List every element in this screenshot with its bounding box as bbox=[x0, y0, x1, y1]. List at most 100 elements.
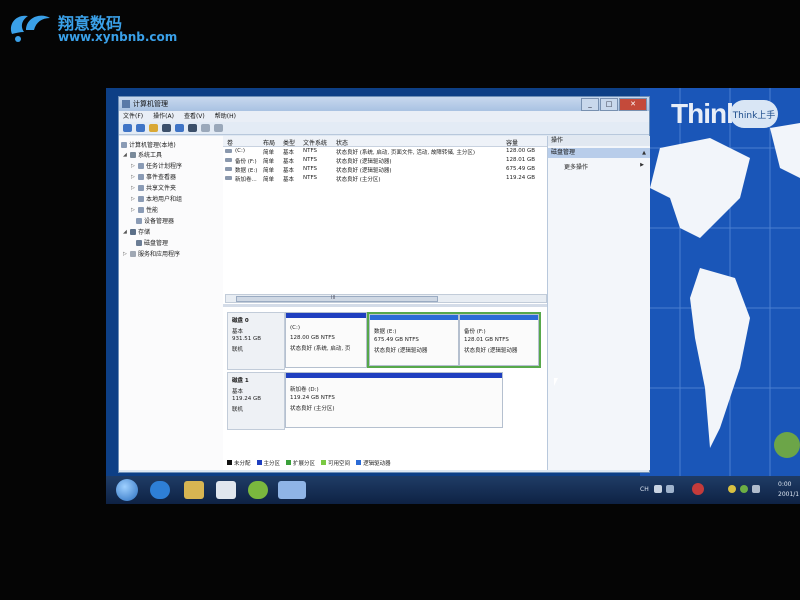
disk-1-label[interactable]: 磁盘 1 基本 119.24 GB 联机 bbox=[227, 372, 285, 430]
collapse-arrow-icon[interactable]: ▷ bbox=[131, 163, 136, 169]
desktop-gadget[interactable]: Think上手 bbox=[730, 100, 778, 128]
minimize-button[interactable]: _ bbox=[581, 98, 599, 111]
start-button[interactable] bbox=[116, 479, 138, 501]
help-icon[interactable] bbox=[175, 124, 184, 132]
scroll-grip: III bbox=[331, 295, 336, 301]
tree-item-event-viewer[interactable]: ▷ 事件查看器 bbox=[131, 172, 176, 181]
actions-header: 操作 bbox=[548, 136, 650, 146]
tree-item-services[interactable]: ▷ 服务和应用程序 bbox=[123, 249, 180, 258]
ie-icon[interactable] bbox=[150, 481, 170, 499]
tree-item-shared-folders[interactable]: ▷ 共享文件夹 bbox=[131, 183, 176, 192]
menu-view[interactable]: 查看(V) bbox=[184, 111, 205, 122]
tree-item-disk-management[interactable]: 磁盘管理 bbox=[136, 238, 168, 247]
col-volume[interactable]: 卷 bbox=[227, 138, 233, 147]
disk-0-type: 基本 bbox=[232, 329, 244, 335]
collapse-arrow-icon[interactable]: ▷ bbox=[123, 251, 128, 257]
volume-icon[interactable] bbox=[752, 485, 760, 493]
toolbar bbox=[119, 122, 649, 135]
clock-time[interactable]: 0:00 bbox=[778, 481, 791, 488]
show-tree-icon[interactable] bbox=[162, 124, 171, 132]
menu-file[interactable]: 文件(F) bbox=[123, 111, 143, 122]
clock-date[interactable]: 2001/1 bbox=[778, 491, 799, 498]
tree-item-device-manager[interactable]: 设备管理器 bbox=[136, 216, 174, 225]
collapse-arrow-icon[interactable]: ▷ bbox=[131, 185, 136, 191]
forward-arrow-icon[interactable] bbox=[136, 124, 145, 132]
tree-item-storage[interactable]: ◢ 存储 bbox=[123, 227, 150, 236]
table-row[interactable]: 备份 (F:) 简单 基本 NTFS 状态良好 (逻辑驱动器) 128.01 G… bbox=[223, 156, 547, 165]
logical-bar bbox=[460, 315, 538, 320]
table-row[interactable]: 新加卷... 简单 基本 NTFS 状态良好 (主分区) 119.24 GB bbox=[223, 174, 547, 183]
folder-up-icon[interactable] bbox=[149, 124, 158, 132]
tools-icon bbox=[130, 151, 136, 158]
more-actions-item[interactable]: 更多操作 ▶ bbox=[564, 162, 648, 171]
watermark-url: www.xynbnb.com bbox=[58, 30, 178, 44]
close-button[interactable]: ✕ bbox=[619, 98, 647, 111]
network-icon[interactable] bbox=[740, 485, 748, 493]
collapse-arrow-icon[interactable]: ▷ bbox=[131, 196, 136, 202]
green-gadget-icon[interactable] bbox=[774, 432, 800, 458]
partition-f[interactable]: 备份 (F:) 128.01 GB NTFS 状态良好 (逻辑驱动器 bbox=[459, 314, 539, 366]
desktop-wallpaper bbox=[640, 88, 800, 478]
volume-icon bbox=[225, 167, 232, 171]
disk-1-type: 基本 bbox=[232, 389, 244, 395]
volume-list-header: 卷 布局 类型 文件系统 状态 容量 bbox=[223, 136, 547, 147]
back-arrow-icon[interactable] bbox=[123, 124, 132, 132]
menu-help[interactable]: 帮助(H) bbox=[215, 111, 236, 122]
actions-disk-management[interactable]: 磁盘管理 ▲ bbox=[548, 148, 650, 158]
taskbar: CH 0:00 2001/1 bbox=[106, 476, 800, 504]
users-icon bbox=[138, 195, 144, 202]
services-icon bbox=[130, 250, 136, 257]
window-app-icon bbox=[122, 100, 130, 108]
col-filesystem[interactable]: 文件系统 bbox=[303, 138, 327, 147]
col-type[interactable]: 类型 bbox=[283, 138, 295, 147]
settings-icon[interactable] bbox=[214, 124, 223, 132]
pane-splitter[interactable] bbox=[223, 304, 547, 307]
logical-bar bbox=[370, 315, 458, 320]
collapse-arrow-icon[interactable]: ▷ bbox=[131, 174, 136, 180]
tree-item-system-tools[interactable]: ◢ 系统工具 bbox=[123, 150, 162, 159]
tree-item-performance[interactable]: ▷ 性能 bbox=[131, 205, 158, 214]
watermark-logo-icon bbox=[10, 15, 50, 42]
storage-icon bbox=[130, 228, 136, 235]
disk-icon bbox=[136, 239, 142, 246]
menu-action[interactable]: 操作(A) bbox=[153, 111, 174, 122]
col-status[interactable]: 状态 bbox=[336, 138, 348, 147]
horizontal-scrollbar[interactable]: III bbox=[225, 294, 547, 303]
legend-primary: 主分区 bbox=[256, 459, 280, 467]
table-row[interactable]: (C:) 简单 基本 NTFS 状态良好 (系统, 启动, 页面文件, 活动, … bbox=[223, 147, 547, 156]
app-green-icon[interactable] bbox=[248, 481, 268, 499]
expand-arrow-icon[interactable]: ◢ bbox=[123, 152, 128, 158]
expand-arrow-icon[interactable]: ◢ bbox=[123, 229, 128, 235]
keyboard-icon[interactable] bbox=[654, 485, 662, 493]
titlebar[interactable]: 计算机管理 _ □ ✕ bbox=[119, 97, 649, 111]
folder-icon bbox=[138, 184, 144, 191]
security-icon[interactable] bbox=[692, 483, 704, 495]
tree-item-root[interactable]: 计算机管理(本地) bbox=[121, 140, 176, 149]
media-player-icon[interactable] bbox=[216, 481, 236, 499]
extended-partition[interactable]: 数据 (E:) 675.49 GB NTFS 状态良好 (逻辑驱动器 备份 (F… bbox=[367, 312, 541, 368]
disk-0-label[interactable]: 磁盘 0 基本 931.51 GB 联机 bbox=[227, 312, 285, 370]
legend-free-space: 可用空间 bbox=[321, 459, 350, 467]
export-icon[interactable] bbox=[201, 124, 210, 132]
partition-e[interactable]: 数据 (E:) 675.49 GB NTFS 状态良好 (逻辑驱动器 bbox=[369, 314, 459, 366]
language-indicator[interactable]: CH bbox=[640, 486, 649, 493]
notify-icon[interactable] bbox=[728, 485, 736, 493]
properties-icon[interactable] bbox=[188, 124, 197, 132]
tree-item-local-users[interactable]: ▷ 本地用户和组 bbox=[131, 194, 182, 203]
partition-d[interactable]: 新加卷 (D:) 119.24 GB NTFS 状态良好 (主分区) bbox=[285, 372, 503, 428]
scrollbar-thumb[interactable]: III bbox=[236, 295, 438, 302]
collapse-up-icon[interactable]: ▲ bbox=[642, 148, 646, 158]
legend-logical: 逻辑驱动器 bbox=[356, 459, 391, 467]
computer-management-task-icon[interactable] bbox=[278, 481, 306, 499]
collapse-arrow-icon[interactable]: ▷ bbox=[131, 207, 136, 213]
partition-c[interactable]: (C:) 128.00 GB NTFS 状态良好 (系统, 启动, 页 bbox=[285, 312, 367, 368]
maximize-button[interactable]: □ bbox=[600, 98, 618, 111]
table-row[interactable]: 数据 (E:) 简单 基本 NTFS 状态良好 (逻辑驱动器) 675.49 G… bbox=[223, 165, 547, 174]
disk-1-state: 联机 bbox=[232, 407, 244, 413]
tree-item-task-scheduler[interactable]: ▷ 任务计划程序 bbox=[131, 161, 182, 170]
col-capacity[interactable]: 容量 bbox=[506, 138, 518, 147]
explorer-icon[interactable] bbox=[184, 481, 204, 499]
col-layout[interactable]: 布局 bbox=[263, 138, 275, 147]
ime-icon[interactable] bbox=[666, 485, 674, 493]
disk-1-size: 119.24 GB bbox=[232, 396, 262, 402]
